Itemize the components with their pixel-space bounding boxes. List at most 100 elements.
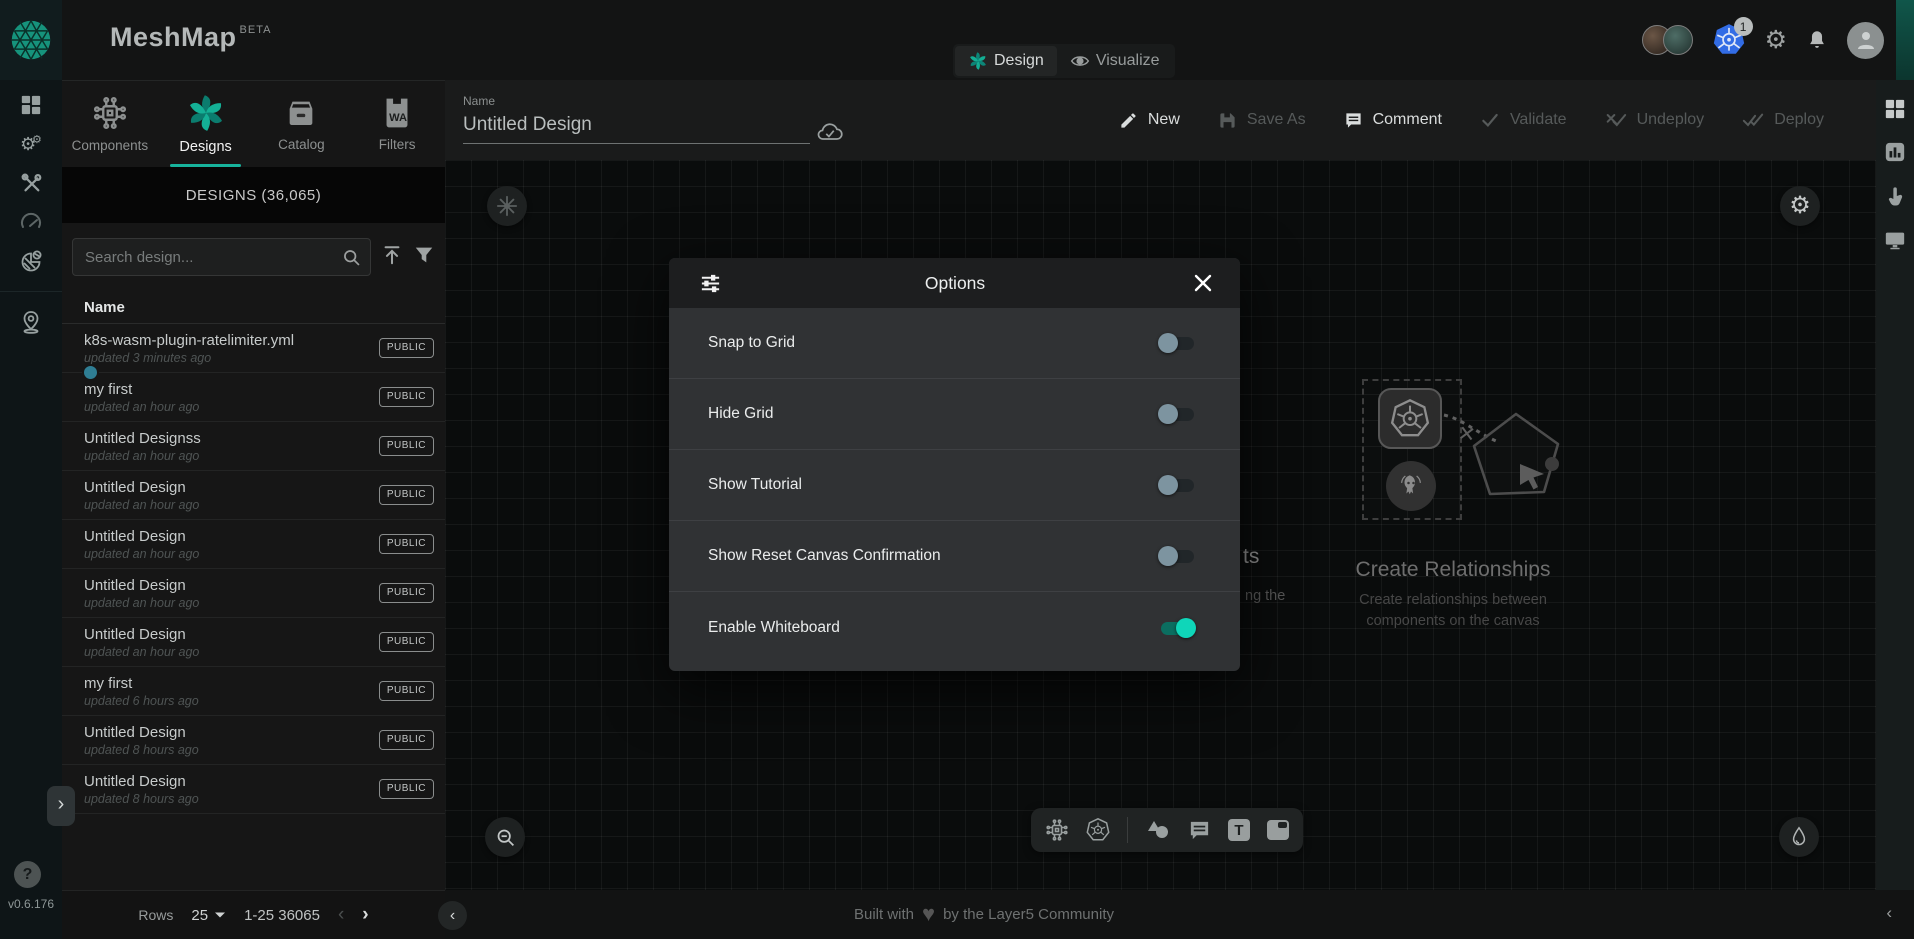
collaborator-avatars[interactable] bbox=[1642, 25, 1693, 55]
whiteboard-ink-button[interactable] bbox=[1779, 817, 1819, 857]
tab-filters-label: Filters bbox=[379, 137, 416, 152]
app-title: MeshMap bbox=[110, 22, 237, 53]
visibility-badge[interactable]: PUBLIC bbox=[379, 436, 434, 456]
show-tutorial-toggle[interactable] bbox=[1158, 475, 1196, 495]
close-modal-button[interactable] bbox=[1188, 268, 1218, 298]
visibility-badge[interactable]: PUBLIC bbox=[379, 730, 434, 750]
chevron-right-icon: › bbox=[58, 793, 65, 816]
search-icon[interactable] bbox=[341, 247, 362, 273]
dock-shapes-icon[interactable] bbox=[1145, 818, 1171, 842]
design-row-10[interactable]: Untitled Design updated 8 hours ago PUBL… bbox=[62, 765, 445, 814]
design-actions: New Save As Comment Validate Undeploy De… bbox=[1119, 80, 1824, 160]
new-design-button[interactable]: New bbox=[1119, 111, 1180, 130]
tab-design-mode[interactable]: Design bbox=[955, 46, 1057, 76]
extensions-mesh-icon[interactable] bbox=[18, 248, 44, 274]
prev-page-button[interactable]: ‹ bbox=[338, 904, 344, 926]
interaction-hand-icon[interactable] bbox=[1884, 184, 1906, 208]
design-name: Untitled Design bbox=[84, 773, 379, 790]
enable-whiteboard-toggle[interactable] bbox=[1158, 618, 1196, 638]
option-label: Show Tutorial bbox=[708, 476, 802, 494]
visibility-badge[interactable]: PUBLIC bbox=[379, 387, 434, 407]
dock-comment-icon[interactable] bbox=[1188, 819, 1211, 842]
visibility-badge[interactable]: PUBLIC bbox=[379, 779, 434, 799]
hide-grid-toggle[interactable] bbox=[1158, 404, 1196, 424]
import-design-icon[interactable] bbox=[381, 244, 403, 271]
option-row-hide-grid: Hide Grid bbox=[669, 379, 1240, 450]
kubernetes-context-button[interactable]: 1 bbox=[1712, 23, 1746, 57]
tab-visualize-mode[interactable]: Visualize bbox=[1057, 46, 1173, 76]
tab-filters[interactable]: WA Filters bbox=[349, 81, 445, 167]
undeploy-button[interactable]: Undeploy bbox=[1605, 110, 1705, 130]
meshmap-app: ⚙⚙ ? v0.6.176 › MeshMap BETA bbox=[0, 0, 1914, 939]
dock-kubernetes-icon[interactable] bbox=[1086, 818, 1110, 842]
list-column-header: Name bbox=[62, 291, 445, 324]
tab-catalog[interactable]: Catalog bbox=[254, 81, 350, 167]
design-name-input[interactable] bbox=[463, 108, 810, 144]
svg-text:WA: WA bbox=[389, 112, 407, 124]
canvas-quick-actions-button[interactable] bbox=[487, 186, 527, 226]
save-as-button[interactable]: Save As bbox=[1218, 111, 1306, 130]
design-name: Untitled Design bbox=[84, 626, 379, 643]
design-row-9[interactable]: Untitled Design updated 8 hours ago PUBL… bbox=[62, 716, 445, 765]
pagination-bar: Rows 25 1-25 36065 ‹ › bbox=[62, 890, 445, 939]
undeploy-label: Undeploy bbox=[1637, 111, 1705, 129]
tab-components[interactable]: Components bbox=[62, 81, 158, 167]
visibility-badge[interactable]: PUBLIC bbox=[379, 534, 434, 554]
lifecycle-gears-icon[interactable]: ⚙⚙ bbox=[18, 131, 44, 157]
squid-icon bbox=[1396, 471, 1426, 501]
visibility-badge[interactable]: PUBLIC bbox=[379, 583, 434, 603]
option-label: Enable Whiteboard bbox=[708, 619, 840, 637]
dock-text-tool-icon[interactable]: T bbox=[1228, 819, 1250, 841]
dock-media-icon[interactable] bbox=[1267, 820, 1289, 840]
collaborator-avatar-2[interactable] bbox=[1663, 25, 1693, 55]
visibility-badge[interactable]: PUBLIC bbox=[379, 338, 434, 358]
visibility-badge[interactable]: PUBLIC bbox=[379, 485, 434, 505]
layer5-logo[interactable] bbox=[0, 0, 62, 80]
canvas-settings-button[interactable]: ⚙ bbox=[1780, 186, 1820, 226]
tune-sliders-icon bbox=[699, 272, 722, 295]
design-row-1[interactable]: k8s-wasm-plugin-ratelimiter.yml updated … bbox=[62, 324, 445, 373]
help-button[interactable]: ? bbox=[14, 861, 41, 888]
filter-funnel-icon[interactable] bbox=[413, 244, 435, 271]
display-monitor-icon[interactable] bbox=[1883, 229, 1907, 251]
deploy-button[interactable]: Deploy bbox=[1742, 110, 1824, 130]
search-design-input[interactable] bbox=[73, 239, 370, 275]
dock-components-icon[interactable] bbox=[1045, 818, 1069, 842]
dashboard-icon[interactable] bbox=[18, 92, 44, 118]
design-row-4[interactable]: Untitled Design updated an hour ago PUBL… bbox=[62, 471, 445, 520]
bottom-left-collapse-button[interactable]: ‹ bbox=[438, 901, 467, 930]
rail-icon-group: ⚙⚙ bbox=[0, 92, 62, 335]
comment-button[interactable]: Comment bbox=[1344, 111, 1442, 130]
views-grid-icon[interactable] bbox=[1884, 98, 1906, 120]
design-row-3[interactable]: Untitled Designss updated an hour ago PU… bbox=[62, 422, 445, 471]
visibility-badge[interactable]: PUBLIC bbox=[379, 681, 434, 701]
configuration-tools-icon[interactable] bbox=[18, 170, 44, 196]
rows-per-page-select[interactable]: 25 bbox=[191, 907, 226, 924]
validate-button[interactable]: Validate bbox=[1480, 110, 1567, 130]
tab-components-label: Components bbox=[72, 138, 149, 153]
show-reset-canvas-confirmation-toggle[interactable] bbox=[1158, 546, 1196, 566]
metrics-chart-icon[interactable] bbox=[1884, 141, 1906, 163]
sidebar-expand-button[interactable]: › bbox=[47, 786, 75, 826]
settings-gear-icon[interactable]: ⚙ bbox=[1765, 28, 1787, 53]
performance-gauge-icon[interactable] bbox=[18, 209, 44, 235]
bottom-right-collapse-icon[interactable]: ‹ bbox=[1886, 903, 1892, 923]
design-row-5[interactable]: Untitled Design updated an hour ago PUBL… bbox=[62, 520, 445, 569]
design-row-6[interactable]: Untitled Design updated an hour ago PUBL… bbox=[62, 569, 445, 618]
user-profile-button[interactable] bbox=[1847, 22, 1884, 59]
components-chip-icon bbox=[92, 95, 128, 131]
kubernetes-wheel-icon bbox=[1390, 399, 1430, 439]
create-relationships-title: Create Relationships bbox=[1253, 558, 1653, 582]
meshmap-pin-icon[interactable] bbox=[18, 309, 44, 335]
zoom-out-button[interactable] bbox=[485, 817, 525, 857]
design-row-7[interactable]: Untitled Design updated an hour ago PUBL… bbox=[62, 618, 445, 667]
next-page-button[interactable]: › bbox=[362, 904, 368, 926]
tab-designs[interactable]: Designs bbox=[158, 81, 254, 167]
notifications-bell-icon[interactable] bbox=[1806, 28, 1828, 52]
snap-to-grid-toggle[interactable] bbox=[1158, 333, 1196, 353]
design-updated: updated an hour ago bbox=[84, 596, 379, 610]
design-row-8[interactable]: my first updated 6 hours ago PUBLIC bbox=[62, 667, 445, 716]
design-row-2[interactable]: my first updated an hour ago PUBLIC bbox=[62, 373, 445, 422]
visibility-badge[interactable]: PUBLIC bbox=[379, 632, 434, 652]
rail-divider bbox=[0, 291, 62, 292]
